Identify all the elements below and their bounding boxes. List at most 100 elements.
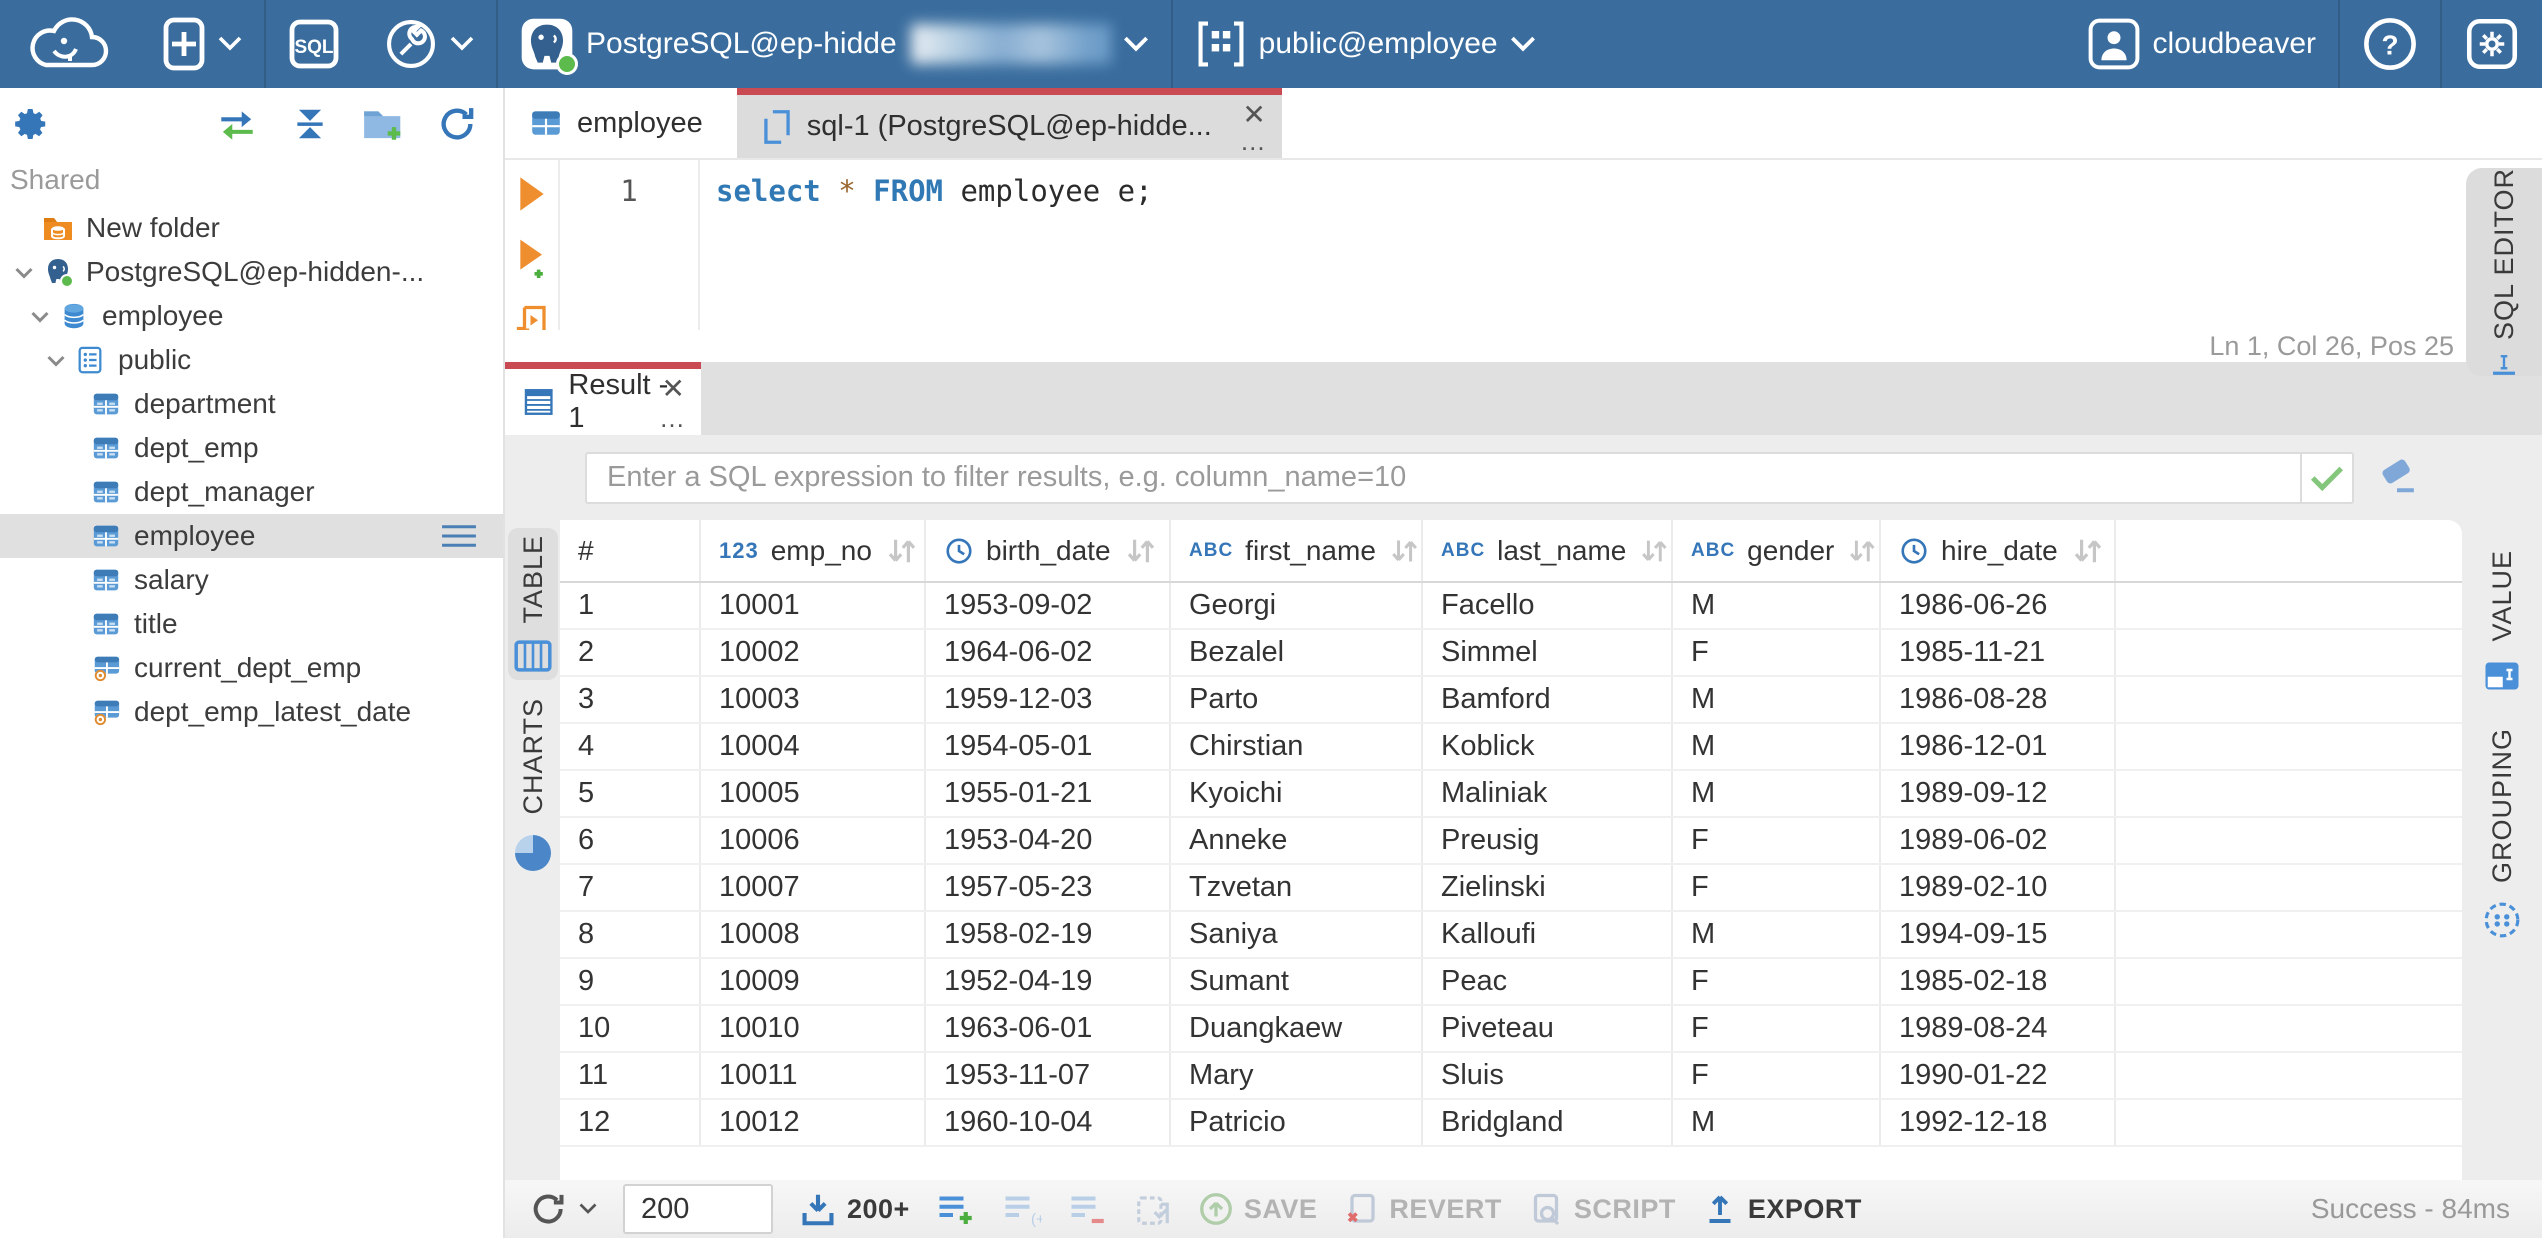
tree-item-new-folder[interactable]: New folder [0, 206, 503, 250]
tab-table-view[interactable]: TABLE [508, 528, 558, 680]
data-cell[interactable]: 1955-01-21 [925, 770, 1171, 818]
data-cell[interactable]: 10005 [700, 770, 926, 818]
data-cell[interactable]: 10012 [700, 1099, 926, 1147]
refresh-results-button[interactable] [529, 1189, 597, 1229]
new-folder-icon[interactable] [361, 105, 405, 143]
data-cell[interactable]: 10011 [700, 1052, 926, 1100]
tab-grouping-panel[interactable]: GROUPING [2483, 728, 2521, 939]
data-cell[interactable]: 1952-04-19 [925, 958, 1171, 1006]
data-cell[interactable]: F [1672, 1005, 1881, 1053]
save-button[interactable]: SAVE [1198, 1191, 1318, 1227]
user-menu[interactable]: cloudbeaver [2065, 0, 2338, 88]
data-cell[interactable]: 1989-08-24 [1880, 1005, 2116, 1053]
data-cell[interactable]: 1994-09-15 [1880, 911, 2116, 959]
tab-result-1[interactable]: Result - 1 ✕ … [505, 362, 701, 435]
data-cell[interactable]: 10009 [700, 958, 926, 1006]
tree-item-postgresql-ep-hidden[interactable]: PostgreSQL@ep-hidden-... [0, 250, 503, 294]
revert-button[interactable]: REVERT [1343, 1191, 1502, 1227]
data-cell[interactable]: Anneke [1170, 817, 1423, 865]
tree-item-dept-manager[interactable]: dept_manager [0, 470, 503, 514]
data-cell[interactable]: M [1672, 723, 1881, 771]
tab-menu-icon[interactable]: … [1240, 128, 1268, 154]
data-cell[interactable]: 1953-09-02 [925, 582, 1171, 630]
tree-item-current-dept-emp[interactable]: current_dept_emp [0, 646, 503, 690]
column-header-index[interactable]: # [560, 520, 701, 583]
tree-item-title[interactable]: title [0, 602, 503, 646]
data-cell[interactable]: Kalloufi [1422, 911, 1673, 959]
data-cell[interactable]: M [1672, 911, 1881, 959]
data-cell[interactable]: Peac [1422, 958, 1673, 1006]
data-cell[interactable]: Koblick [1422, 723, 1673, 771]
data-cell[interactable]: 1985-11-21 [1880, 629, 2116, 677]
tree-item-department[interactable]: department [0, 382, 503, 426]
column-header-birth_date[interactable]: birth_date [925, 520, 1171, 583]
settings-button[interactable] [2442, 0, 2542, 88]
cloudbeaver-logo[interactable] [0, 0, 140, 88]
column-header-last_name[interactable]: ABC last_name [1422, 520, 1673, 583]
data-cell[interactable]: 10001 [700, 582, 926, 630]
data-cell[interactable]: Sumant [1170, 958, 1423, 1006]
data-cell[interactable]: M [1672, 582, 1881, 630]
column-header-hire_date[interactable]: hire_date [1880, 520, 2116, 583]
data-cell[interactable]: Preusig [1422, 817, 1673, 865]
expand-chevron-icon[interactable] [22, 304, 58, 328]
data-cell[interactable]: Bamford [1422, 676, 1673, 724]
data-cell[interactable]: Zielinski [1422, 864, 1673, 912]
tree-item-salary[interactable]: salary [0, 558, 503, 602]
close-icon[interactable]: ✕ [662, 375, 685, 403]
data-cell[interactable]: F [1672, 817, 1881, 865]
data-cell[interactable]: Sluis [1422, 1052, 1673, 1100]
data-cell[interactable]: F [1672, 958, 1881, 1006]
tree-item-employee[interactable]: employee [0, 294, 503, 338]
data-cell[interactable]: 10006 [700, 817, 926, 865]
data-cell[interactable]: F [1672, 864, 1881, 912]
data-cell[interactable]: 1989-02-10 [1880, 864, 2116, 912]
data-cell[interactable]: Tzvetan [1170, 864, 1423, 912]
clear-filter-button[interactable] [2374, 458, 2420, 498]
fetch-more-button[interactable]: 200+ [799, 1190, 910, 1228]
row-index-cell[interactable]: 1 [560, 582, 701, 630]
data-cell[interactable]: 1959-12-03 [925, 676, 1171, 724]
data-cell[interactable]: 1954-05-01 [925, 723, 1171, 771]
data-cell[interactable]: 1986-08-28 [1880, 676, 2116, 724]
data-cell[interactable]: Parto [1170, 676, 1423, 724]
expand-chevron-icon[interactable] [38, 348, 74, 372]
delete-row-button[interactable] [1068, 1191, 1108, 1227]
export-button[interactable]: EXPORT [1702, 1191, 1862, 1227]
expand-chevron-icon[interactable] [6, 260, 42, 284]
data-cell[interactable]: Saniya [1170, 911, 1423, 959]
tab-sql-editor-panel[interactable]: SQL EDITOR [2466, 168, 2542, 376]
apply-filter-button[interactable] [2302, 451, 2354, 504]
row-index-cell[interactable]: 3 [560, 676, 701, 724]
close-icon[interactable]: ✕ [1242, 101, 1265, 129]
tree-item-dept-emp[interactable]: dept_emp [0, 426, 503, 470]
data-cell[interactable]: 1963-06-01 [925, 1005, 1171, 1053]
data-cell[interactable]: Chirstian [1170, 723, 1423, 771]
tab-charts-view[interactable]: CHARTS [508, 698, 558, 871]
data-cell[interactable]: M [1672, 676, 1881, 724]
row-index-cell[interactable]: 8 [560, 911, 701, 959]
new-object-button[interactable] [140, 0, 264, 88]
row-index-cell[interactable]: 2 [560, 629, 701, 677]
data-cell[interactable]: Patricio [1170, 1099, 1423, 1147]
data-cell[interactable]: 1964-06-02 [925, 629, 1171, 677]
sidebar-settings-gear-icon[interactable] [12, 105, 50, 143]
data-cell[interactable]: Bridgland [1422, 1099, 1673, 1147]
row-index-cell[interactable]: 10 [560, 1005, 701, 1053]
column-header-gender[interactable]: ABC gender [1672, 520, 1881, 583]
row-index-cell[interactable]: 11 [560, 1052, 701, 1100]
data-cell[interactable]: 1989-06-02 [1880, 817, 2116, 865]
help-button[interactable]: ? [2340, 0, 2440, 88]
tab-employee[interactable]: employee [505, 88, 727, 158]
execute-query-new-tab-button[interactable] [515, 238, 549, 278]
data-cell[interactable]: 1958-02-19 [925, 911, 1171, 959]
column-header-emp_no[interactable]: 123 emp_no [700, 520, 926, 583]
data-cell[interactable]: F [1672, 1052, 1881, 1100]
data-cell[interactable]: M [1672, 770, 1881, 818]
script-button[interactable]: SCRIPT [1528, 1191, 1676, 1227]
data-cell[interactable]: 10002 [700, 629, 926, 677]
data-cell[interactable]: 10010 [700, 1005, 926, 1053]
row-index-cell[interactable]: 9 [560, 958, 701, 1006]
open-sql-editor-button[interactable]: SQL [266, 0, 362, 88]
data-cell[interactable]: Kyoichi [1170, 770, 1423, 818]
